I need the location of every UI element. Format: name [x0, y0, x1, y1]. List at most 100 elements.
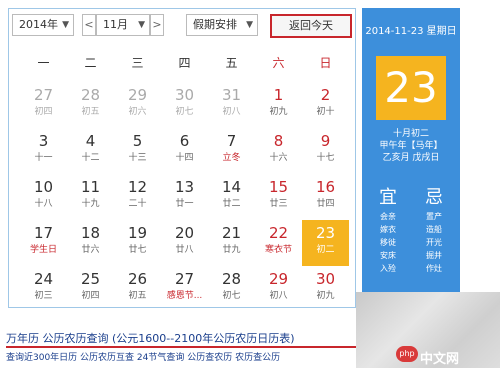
chevron-down-icon: ▼ — [62, 20, 69, 30]
yi-ji-section: 宜 会亲 嫁衣 移徙 安床 入殓 忌 置产 造船 开光 掘井 作灶 — [362, 186, 460, 296]
calendar-day-cell[interactable]: 29 初六 — [114, 82, 161, 128]
almanac-item: 会亲 — [380, 212, 396, 221]
day-number: 27 — [174, 270, 195, 288]
lunar-day-label: 学生日 — [29, 245, 57, 255]
calendar-day-cell[interactable]: 18 廿六 — [67, 220, 114, 266]
lunar-date: 十月初二 — [392, 129, 429, 139]
calendar-day-cell[interactable]: 3 十一 — [20, 128, 67, 174]
day-number: 3 — [38, 132, 49, 150]
calendar-day-cell[interactable]: 16 廿四 — [302, 174, 349, 220]
lunar-day-label: 廿九 — [222, 245, 241, 255]
day-number: 25 — [80, 270, 101, 288]
selected-date-line: 2014-11-23 星期日 — [365, 26, 457, 37]
day-number: 4 — [85, 132, 96, 150]
calendar-day-cell[interactable]: 28 初五 — [67, 82, 114, 128]
day-number: 21 — [221, 224, 242, 242]
calendar-links: 万年历 公历农历查询 (公元1600--2100年公历农历日历表) 查询近300… — [6, 330, 366, 363]
main-link[interactable]: 万年历 公历农历查询 (公元1600--2100年公历农历日历表) — [6, 330, 366, 348]
day-number: 23 — [315, 224, 336, 242]
calendar-day-cell[interactable]: 22 寒衣节 — [255, 220, 302, 266]
lunar-day-label: 十三 — [128, 153, 147, 163]
calendar-toolbar: 2014年 ▼ < 11月 ▼ > 假期安排 ▼ 返回今天 — [12, 14, 352, 38]
watermark-text: 中文网 — [420, 352, 460, 367]
day-number: 28 — [80, 86, 101, 104]
holiday-select-label: 假期安排 — [193, 18, 237, 31]
calendar-day-cell[interactable]: 27 感恩节... — [161, 266, 208, 312]
calendar-day-cell[interactable]: 14 廿二 — [208, 174, 255, 220]
day-number: 27 — [33, 86, 54, 104]
calendar-day-cell[interactable]: 2 初十 — [302, 82, 349, 128]
calendar-day-cell[interactable]: 20 廿八 — [161, 220, 208, 266]
lunar-info: 十月初二 甲午年【马年】 乙亥月 戊戌日 — [362, 128, 460, 164]
calendar-day-cell[interactable]: 29 初八 — [255, 266, 302, 312]
year-select[interactable]: 2014年 ▼ — [12, 14, 74, 36]
calendar-day-cell[interactable]: 5 十三 — [114, 128, 161, 174]
calendar-day-cell[interactable]: 13 廿一 — [161, 174, 208, 220]
calendar-day-cell[interactable]: 24 初三 — [20, 266, 67, 312]
calendar-day-cell[interactable]: 15 廿三 — [255, 174, 302, 220]
lunar-day-label: 初七 — [175, 107, 194, 117]
day-number: 12 — [127, 178, 148, 196]
chevron-down-icon: ▼ — [246, 20, 253, 30]
day-number: 1 — [273, 86, 284, 104]
sub-links[interactable]: 查询近300年日历 公历农历互查 24节气查询 公历查农历 农历查公历 — [6, 350, 280, 363]
calendar-week-row: 17 学生日 18 廿六 19 廿七 20 廿八 21 廿九 22 寒衣节 23 初二 — [20, 220, 350, 266]
yi-heading: 宜 — [379, 187, 397, 208]
calendar-day-cell[interactable]: 12 二十 — [114, 174, 161, 220]
day-number: 15 — [268, 178, 289, 196]
calendar-day-cell[interactable]: 6 十四 — [161, 128, 208, 174]
calendar-day-cell[interactable]: 27 初四 — [20, 82, 67, 128]
weekday-label: 三 — [131, 56, 144, 70]
lunar-day-label: 廿四 — [316, 199, 335, 209]
calendar-day-cell[interactable]: 19 廿七 — [114, 220, 161, 266]
back-to-today-button[interactable]: 返回今天 — [270, 14, 352, 38]
lunar-day-label: 廿一 — [175, 199, 194, 209]
calendar-day-cell[interactable]: 26 初五 — [114, 266, 161, 312]
calendar-day-cell[interactable]: 30 初九 — [302, 266, 349, 312]
day-number: 14 — [221, 178, 242, 196]
calendar-day-cell[interactable]: 7 立冬 — [208, 128, 255, 174]
almanac-item: 安床 — [380, 251, 396, 260]
selected-day-number: 23 — [376, 56, 446, 120]
calendar-day-cell[interactable]: 10 十八 — [20, 174, 67, 220]
ji-column: 忌 置产 造船 开光 掘井 作灶 — [412, 186, 456, 275]
calendar-day-cell[interactable]: 23 初二 — [302, 220, 349, 266]
day-number: 8 — [273, 132, 284, 150]
lunar-day-label: 廿三 — [269, 199, 288, 209]
day-number: 6 — [179, 132, 190, 150]
day-number: 5 — [132, 132, 143, 150]
calendar-week-row: 24 初三 25 初四 26 初五 27 感恩节... 28 初七 29 初八 30 初九 — [20, 266, 350, 312]
almanac-item: 作灶 — [426, 264, 442, 273]
lunar-day-label: 初十 — [316, 107, 335, 117]
day-number: 16 — [315, 178, 336, 196]
calendar-week-row: 27 初四 28 初五 29 初六 30 初七 31 初八 1 初九 2 初十 — [20, 82, 350, 128]
calendar-day-cell[interactable]: 25 初四 — [67, 266, 114, 312]
calendar-day-cell[interactable]: 31 初八 — [208, 82, 255, 128]
day-number: 30 — [315, 270, 336, 288]
calendar-day-cell[interactable]: 9 十七 — [302, 128, 349, 174]
prev-month-button[interactable]: < — [82, 14, 96, 36]
lunar-day-label: 初四 — [81, 291, 100, 301]
lunar-day-label: 十一 — [34, 153, 53, 163]
weekday-header: 一二三四五六日 — [20, 54, 350, 74]
calendar-day-cell[interactable]: 4 十二 — [67, 128, 114, 174]
month-select[interactable]: 11月 ▼ — [96, 14, 150, 36]
day-number: 30 — [174, 86, 195, 104]
lunar-day-label: 初九 — [316, 291, 335, 301]
calendar-day-cell[interactable]: 21 廿九 — [208, 220, 255, 266]
day-number: 19 — [127, 224, 148, 242]
calendar-day-cell[interactable]: 1 初九 — [255, 82, 302, 128]
calendar-day-cell[interactable]: 8 十六 — [255, 128, 302, 174]
calendar-day-cell[interactable]: 28 初七 — [208, 266, 255, 312]
calendar-widget: 2014年 ▼ < 11月 ▼ > 假期安排 ▼ 返回今天 一二三四五六日 27… — [0, 0, 500, 340]
calendar-day-cell[interactable]: 17 学生日 — [20, 220, 67, 266]
day-number: 22 — [268, 224, 289, 242]
next-month-button[interactable]: > — [150, 14, 164, 36]
lunar-day-label: 初八 — [222, 107, 241, 117]
php-logo-icon: php — [396, 346, 418, 362]
day-detail-panel: 2014-11-23 星期日 23 十月初二 甲午年【马年】 乙亥月 戊戌日 宜… — [362, 8, 460, 308]
calendar-day-cell[interactable]: 11 十九 — [67, 174, 114, 220]
lunar-day-label: 立冬 — [222, 153, 241, 163]
holiday-select[interactable]: 假期安排 ▼ — [186, 14, 258, 36]
calendar-day-cell[interactable]: 30 初七 — [161, 82, 208, 128]
